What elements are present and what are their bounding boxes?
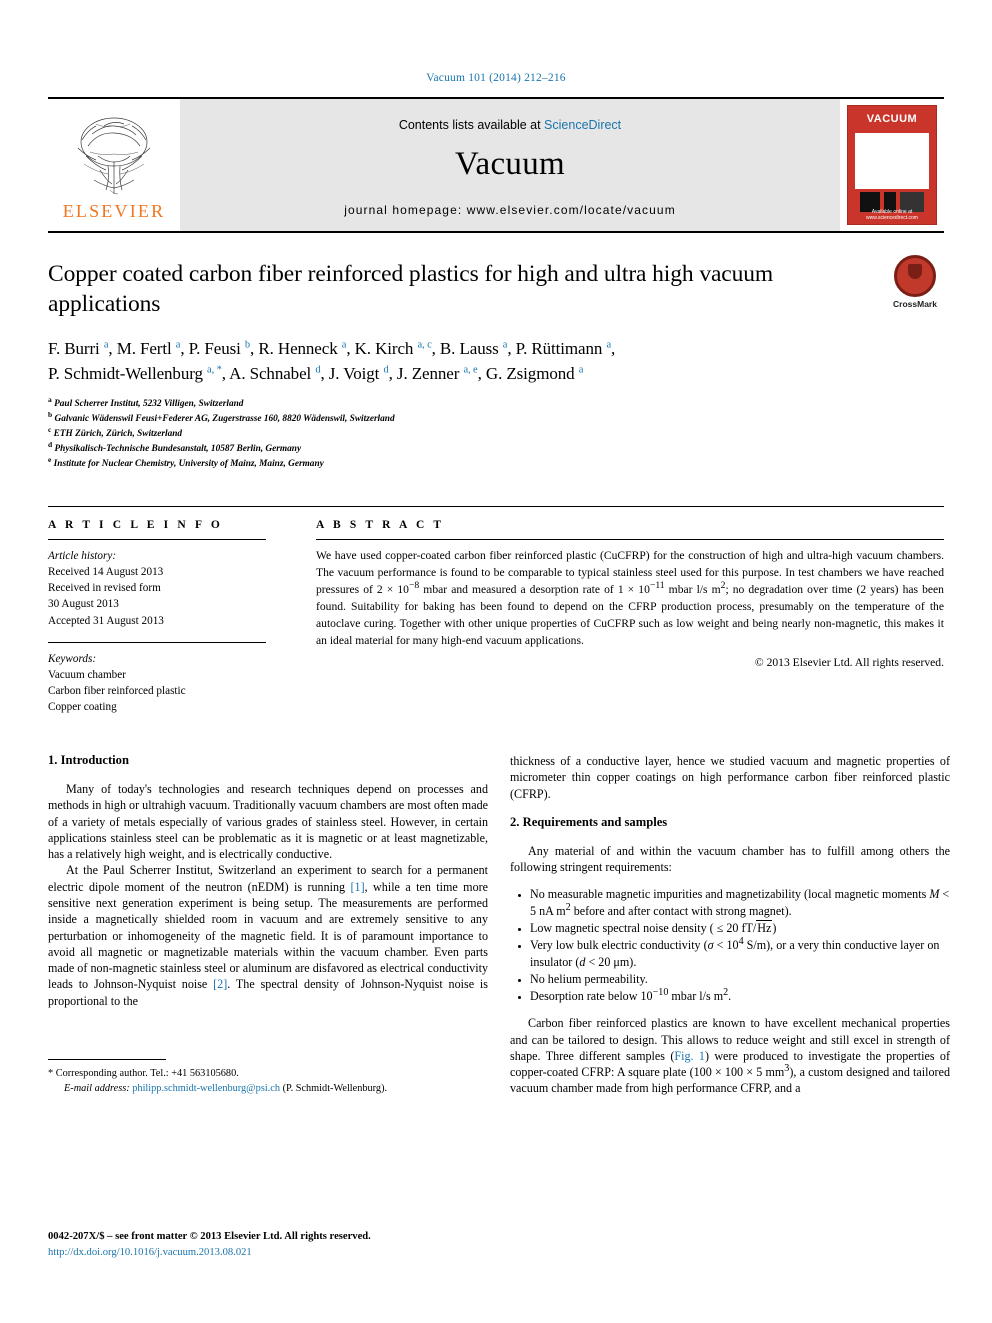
affiliation-c-text: ETH Zürich, Zürich, Switzerland xyxy=(53,428,183,439)
intro-paragraph-1: Many of today's technologies and researc… xyxy=(48,782,488,862)
journal-article-page: Vacuum 101 (2014) 212–216 ELSEVIER Conte… xyxy=(0,0,992,1323)
affiliation-e: e Institute for Nuclear Chemistry, Unive… xyxy=(48,454,324,469)
info-divider-bottom xyxy=(48,641,266,643)
figure-ref-1[interactable]: Fig. 1 xyxy=(674,1049,705,1063)
abstract-part-2: mbar and measured a desorption rate of 1… xyxy=(419,582,650,596)
keyword-1: Vacuum chamber xyxy=(48,668,126,681)
affiliation-d-text: Physikalisch-Technische Bundesanstalt, 1… xyxy=(54,443,302,454)
elsevier-wordmark: ELSEVIER xyxy=(62,201,166,221)
intro-p2-part-b: , while a ten time more sensitive next g… xyxy=(48,879,489,992)
email-address-suffix: (P. Schmidt-Wellenburg). xyxy=(282,1083,388,1095)
author-line-2: P. Schmidt-Wellenburg a, *, A. Schnabel … xyxy=(48,363,584,383)
keyword-2: Carbon fiber reinforced plastic xyxy=(48,684,186,697)
affiliation-b: b Galvanic Wädenswil Feusi+Federer AG, Z… xyxy=(48,409,395,424)
abstract-exponent-2: −11 xyxy=(649,580,665,591)
keywords-label: Keywords: xyxy=(48,652,97,665)
footnote-email-line: E-mail address: philipp.schmidt-wellenbu… xyxy=(48,1081,488,1096)
info-divider-top xyxy=(48,539,266,541)
requirement-item-4: No helium permeability. xyxy=(530,971,950,987)
article-history: Article history: Received 14 August 2013… xyxy=(48,548,266,629)
requirements-list: No measurable magnetic impurities and ma… xyxy=(510,886,950,1004)
elsevier-logo: ELSEVIER xyxy=(48,99,180,231)
sciencedirect-link[interactable]: ScienceDirect xyxy=(544,118,621,132)
citation-ref-2[interactable]: [2] xyxy=(213,977,227,991)
affiliation-c: c ETH Zürich, Zürich, Switzerland xyxy=(48,424,183,439)
email-address-label: E-mail address: xyxy=(64,1083,130,1095)
cover-white-panel xyxy=(855,133,929,189)
left-column: 1. Introduction Many of today's technolo… xyxy=(48,753,488,1097)
history-received: Received 14 August 2013 xyxy=(48,566,164,579)
journal-homepage[interactable]: journal homepage: www.elsevier.com/locat… xyxy=(344,203,676,217)
citation-ref-1[interactable]: [1] xyxy=(351,880,365,894)
samples-paragraph: Carbon fiber reinforced plastics are kno… xyxy=(510,1015,950,1096)
requirements-intro: Any material of and within the vacuum ch… xyxy=(510,843,950,875)
crossmark-label: CrossMark xyxy=(893,299,937,309)
journal-title: Vacuum xyxy=(455,145,565,182)
issn-copyright-line: 0042-207X/$ – see front matter © 2013 El… xyxy=(48,1231,371,1243)
article-info-heading: A R T I C L E I N F O xyxy=(48,519,223,532)
requirement-item-2: Low magnetic spectral noise density ( ≤ … xyxy=(530,920,950,936)
doi-link[interactable]: http://dx.doi.org/10.1016/j.vacuum.2013.… xyxy=(48,1245,488,1261)
crossmark-shield-shape xyxy=(908,264,922,279)
history-revised-date: 30 August 2013 xyxy=(48,598,119,611)
history-accepted: Accepted 31 August 2013 xyxy=(48,614,164,627)
footnote-rule xyxy=(48,1058,166,1060)
cover-footer-text: Available online at www.sciencedirect.co… xyxy=(866,209,918,221)
affiliation-e-text: Institute for Nuclear Chemistry, Univers… xyxy=(53,458,324,469)
title-block: Copper coated carbon fiber reinforced pl… xyxy=(48,255,944,319)
affiliations: a Paul Scherrer Institut, 5232 Villigen,… xyxy=(48,394,944,472)
requirement-item-3: Very low bulk electric conductivity (σ <… xyxy=(530,937,950,970)
email-address-link[interactable]: philipp.schmidt-wellenburg@psi.ch xyxy=(132,1083,280,1094)
corresponding-author-footnote: * Corresponding author. Tel.: +41 563105… xyxy=(48,1058,488,1097)
cover-title: VACUUM xyxy=(866,113,918,125)
keyword-3: Copper coating xyxy=(48,701,117,714)
running-head: Vacuum 101 (2014) 212–216 xyxy=(426,72,566,84)
body-columns: 1. Introduction Many of today's technolo… xyxy=(48,753,950,1097)
requirement-item-1: No measurable magnetic impurities and ma… xyxy=(530,886,950,919)
author-line-1: F. Burri a, M. Fertl a, P. Feusi b, R. H… xyxy=(48,339,616,359)
journal-cover-thumbnail[interactable]: VACUUM Available online at www.sciencedi… xyxy=(840,99,944,231)
affiliation-a: a Paul Scherrer Institut, 5232 Villigen,… xyxy=(48,394,244,409)
masthead-center: Contents lists available at ScienceDirec… xyxy=(180,99,840,231)
requirement-item-5: Desorption rate below 10−10 mbar l/s m2. xyxy=(530,987,950,1004)
article-info-column: A R T I C L E I N F O Article history: R… xyxy=(48,519,288,715)
abstract-exponent-1: −8 xyxy=(408,580,420,591)
author-list: F. Burri a, M. Fertl a, P. Feusi b, R. H… xyxy=(48,337,944,387)
contents-prefix: Contents lists available at xyxy=(398,117,545,132)
abstract-part-3: mbar l/s m xyxy=(664,582,721,596)
contents-line: Contents lists available at ScienceDirec… xyxy=(399,118,621,132)
footnote-corresponding: * Corresponding author. Tel.: +41 563105… xyxy=(48,1067,239,1079)
journal-masthead: ELSEVIER Contents lists available at Sci… xyxy=(48,97,944,233)
crossmark-icon xyxy=(894,255,936,297)
cover-image: VACUUM Available online at www.sciencedi… xyxy=(847,105,937,225)
affiliation-b-text: Galvanic Wädenswil Feusi+Federer AG, Zug… xyxy=(54,413,395,424)
abstract-heading: A B S T R A C T xyxy=(316,519,445,532)
abstract-text: We have used copper-coated carbon fiber … xyxy=(316,548,944,650)
page-footer: 0042-207X/$ – see front matter © 2013 El… xyxy=(48,1229,488,1261)
affiliation-d: d Physikalisch-Technische Bundesanstalt,… xyxy=(48,439,302,454)
info-abstract-section: A R T I C L E I N F O Article history: R… xyxy=(48,506,944,715)
elsevier-tree-icon xyxy=(77,117,151,195)
right-column: thickness of a conductive layer, hence w… xyxy=(510,753,950,1097)
keywords: Keywords: Vacuum chamber Carbon fiber re… xyxy=(48,651,266,716)
article-history-label: Article history: xyxy=(48,550,117,563)
abstract-divider xyxy=(316,539,944,541)
intro-paragraph-2: At the Paul Scherrer Institut, Switzerla… xyxy=(48,862,488,1008)
section-heading-requirements: 2. Requirements and samples xyxy=(510,814,668,829)
history-revised: Received in revised form xyxy=(48,582,161,595)
section-heading-introduction: 1. Introduction xyxy=(48,753,129,768)
intro-paragraph-2-continued: thickness of a conductive layer, hence w… xyxy=(510,754,950,801)
page-title: Copper coated carbon fiber reinforced pl… xyxy=(48,261,774,318)
affiliation-a-text: Paul Scherrer Institut, 5232 Villigen, S… xyxy=(54,398,244,409)
abstract-copyright: © 2013 Elsevier Ltd. All rights reserved… xyxy=(754,655,944,669)
crossmark-badge[interactable]: CrossMark xyxy=(886,255,944,309)
abstract-column: A B S T R A C T We have used copper-coat… xyxy=(288,519,944,715)
